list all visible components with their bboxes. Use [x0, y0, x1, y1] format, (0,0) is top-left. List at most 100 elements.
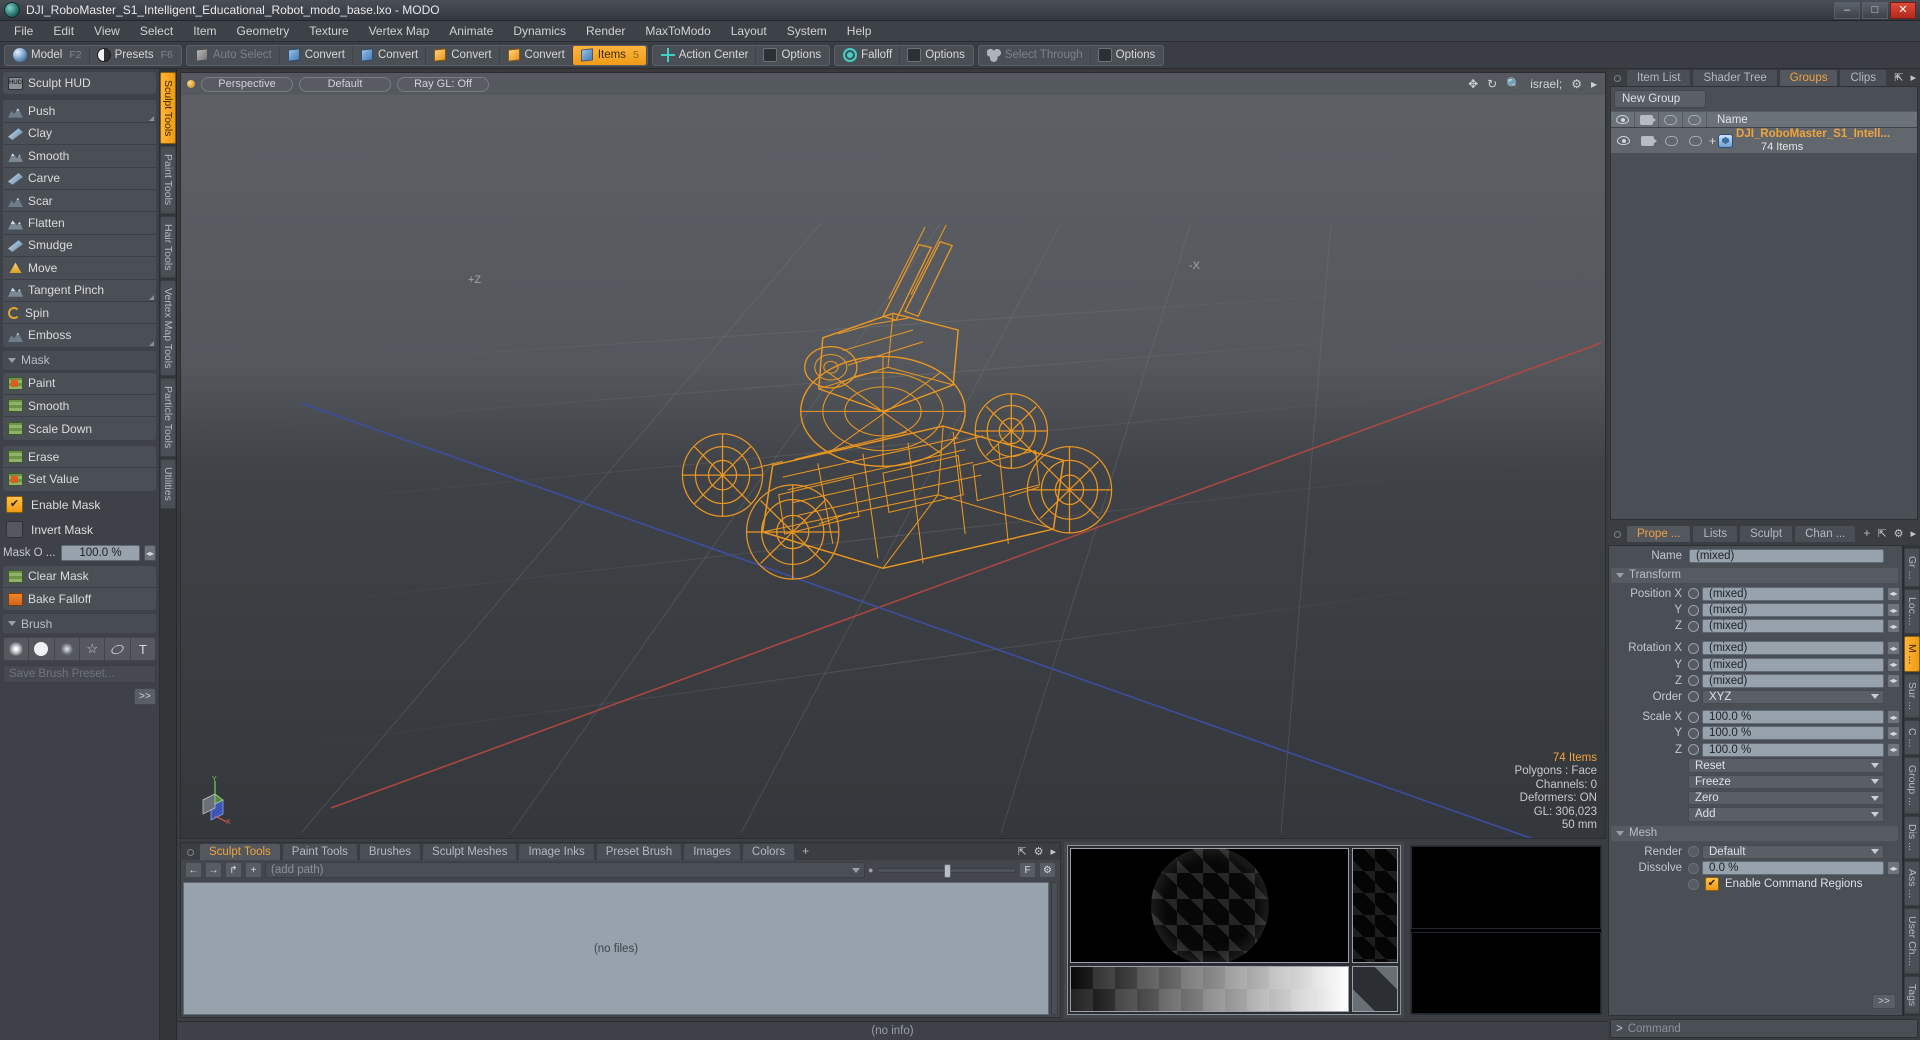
vtab-utilities[interactable]: Utilities: [160, 458, 176, 509]
vtab-particle-tools[interactable]: Particle Tools: [160, 378, 176, 457]
action-center-button[interactable]: Action Center: [654, 45, 757, 65]
tab-properties[interactable]: Prope ...: [1626, 524, 1692, 542]
tab-groups[interactable]: Groups: [1778, 69, 1839, 86]
nav-add-button[interactable]: +: [245, 862, 262, 878]
auto-select-button[interactable]: Auto Select: [188, 45, 280, 65]
path-dropdown[interactable]: (add path): [265, 862, 865, 878]
expand-icon[interactable]: ⇱: [1017, 845, 1026, 858]
position-x-keyframe-dot[interactable]: [1688, 588, 1699, 600]
thumbnail-size-slider[interactable]: ●: [868, 862, 1016, 878]
chevron-right-icon[interactable]: ▸: [1050, 845, 1056, 858]
tab-paint-tools[interactable]: Paint Tools: [281, 843, 358, 860]
vtab-tags[interactable]: Tags: [1904, 976, 1920, 1015]
tab-sculpt-tools[interactable]: Sculpt Tools: [199, 843, 281, 860]
pill-column-icon[interactable]: [1659, 112, 1683, 127]
position-x-stepper[interactable]: ◂▸: [1887, 586, 1900, 601]
tab-item-list[interactable]: Item List: [1626, 69, 1692, 86]
row-eye-icon[interactable]: [1611, 128, 1635, 153]
save-brush-preset-button[interactable]: Save Brush Preset...: [3, 665, 156, 684]
enable-command-regions-checkbox[interactable]: ✔: [1705, 877, 1719, 892]
mask-opacity-stepper[interactable]: ◂▸: [144, 545, 156, 562]
move-icon[interactable]: ✥: [1468, 77, 1478, 91]
action-center-options-button[interactable]: Options: [756, 46, 828, 65]
freeze-transform-button[interactable]: Freeze: [1688, 774, 1884, 790]
menu-item-texture[interactable]: Texture: [299, 22, 358, 40]
table-row[interactable]: + DJI_RoboMaster_S1_Intell... 74 Items: [1611, 128, 1917, 154]
enable-mask-row[interactable]: ✔ Enable Mask: [3, 494, 156, 516]
falloff-options-button[interactable]: Options: [900, 46, 972, 65]
tool-carve[interactable]: Carve: [3, 167, 156, 190]
star-brush-icon[interactable]: ☆: [80, 638, 106, 661]
menu-item-edit[interactable]: Edit: [43, 22, 84, 40]
command-bar[interactable]: > Command: [1610, 1019, 1918, 1038]
ink-gradient-bar[interactable]: [1070, 966, 1349, 1012]
rotation-y-stepper[interactable]: ◂▸: [1887, 657, 1900, 672]
bake-falloff-button[interactable]: Bake Falloff: [3, 588, 156, 611]
menu-item-help[interactable]: Help: [837, 22, 882, 40]
command-input[interactable]: Command: [1628, 1023, 1681, 1035]
filter-button[interactable]: F: [1019, 862, 1036, 878]
select-through-button[interactable]: Select Through: [980, 45, 1091, 65]
tab-sculpt[interactable]: Sculpt: [1739, 524, 1794, 542]
prop-tab-menu-icon[interactable]: [1614, 530, 1621, 538]
rotation-y-input[interactable]: (mixed): [1702, 657, 1884, 672]
rotation-x-stepper[interactable]: ◂▸: [1887, 641, 1900, 656]
vtab-loc[interactable]: Loc....: [1904, 588, 1920, 634]
menu-item-dynamics[interactable]: Dynamics: [503, 22, 576, 40]
preview-top[interactable]: [1411, 846, 1601, 929]
noise-brush-icon[interactable]: [55, 638, 80, 661]
eye-column-icon[interactable]: [1611, 112, 1635, 127]
scale-z-input[interactable]: 100.0 %: [1702, 742, 1884, 757]
render-keyframe-dot[interactable]: [1688, 846, 1699, 858]
vtab-display[interactable]: Dis ...: [1904, 816, 1920, 859]
position-z-input[interactable]: (mixed): [1702, 619, 1884, 634]
mesh-section-header[interactable]: Mesh: [1611, 825, 1898, 841]
preview-black-pane[interactable]: [1410, 845, 1602, 1015]
select-through-options-button[interactable]: Options: [1091, 46, 1163, 65]
menu-item-select[interactable]: Select: [130, 22, 183, 40]
3d-viewport[interactable]: Perspective Default Ray GL: Off ✥ ↻ 🔍 is…: [180, 72, 1606, 839]
mode-presets-button[interactable]: Presets F6: [90, 46, 180, 65]
vtab-surface[interactable]: Sur ...: [1904, 673, 1920, 718]
menu-item-file[interactable]: File: [4, 22, 43, 40]
minimize-button[interactable]: –: [1834, 1, 1860, 19]
tab-images[interactable]: Images: [683, 843, 741, 860]
properties-more-button[interactable]: >>: [1872, 994, 1896, 1010]
convert-materials-button[interactable]: Convert: [500, 45, 573, 65]
row-expand-button[interactable]: +: [1709, 134, 1716, 148]
zero-transform-button[interactable]: Zero: [1688, 790, 1884, 806]
scale-z-stepper[interactable]: ◂▸: [1887, 742, 1900, 757]
tab-preset-brush[interactable]: Preset Brush: [595, 843, 683, 860]
viewport-indicator-icon[interactable]: [187, 80, 195, 88]
tab-clips[interactable]: Clips: [1839, 69, 1888, 86]
tab-channels[interactable]: Chan ...: [1794, 524, 1857, 542]
scale-x-keyframe-dot[interactable]: [1688, 711, 1699, 723]
menu-item-system[interactable]: System: [777, 22, 837, 40]
rotate-icon[interactable]: ↻: [1487, 77, 1497, 91]
clear-mask-button[interactable]: Clear Mask: [3, 565, 156, 589]
enable-mask-checkbox[interactable]: ✔: [6, 496, 23, 514]
tab-shader-tree[interactable]: Shader Tree: [1692, 69, 1778, 86]
invert-mask-row[interactable]: Invert Mask: [3, 519, 156, 541]
brush-section-header[interactable]: Brush: [3, 614, 156, 634]
vtab-mesh[interactable]: M ...: [1904, 635, 1920, 672]
pill2-column-icon[interactable]: [1683, 112, 1707, 127]
viewport-shading-dropdown[interactable]: Default: [299, 76, 391, 92]
rotation-z-stepper[interactable]: ◂▸: [1887, 673, 1900, 688]
tool-move[interactable]: Move: [3, 257, 156, 280]
position-y-keyframe-dot[interactable]: [1688, 604, 1699, 616]
expand-icon[interactable]: ⇱: [1894, 71, 1903, 84]
tool-smooth[interactable]: Smooth: [3, 145, 156, 168]
fullscreen-icon[interactable]: israel;: [1530, 77, 1562, 91]
menu-item-item[interactable]: Item: [183, 22, 226, 40]
text-brush-icon[interactable]: T: [131, 638, 155, 660]
tab-lists[interactable]: Lists: [1692, 524, 1739, 542]
row-camera-icon[interactable]: [1635, 128, 1659, 153]
row-pill2-icon[interactable]: [1683, 128, 1707, 153]
vtab-c[interactable]: C ...: [1904, 719, 1920, 756]
scale-x-stepper[interactable]: ◂▸: [1887, 710, 1900, 725]
gear-icon[interactable]: ⚙: [1894, 527, 1904, 540]
tool-scar[interactable]: Scar: [3, 189, 156, 213]
viewport-projection-dropdown[interactable]: Perspective: [201, 76, 293, 92]
slider-knob[interactable]: [943, 863, 951, 878]
